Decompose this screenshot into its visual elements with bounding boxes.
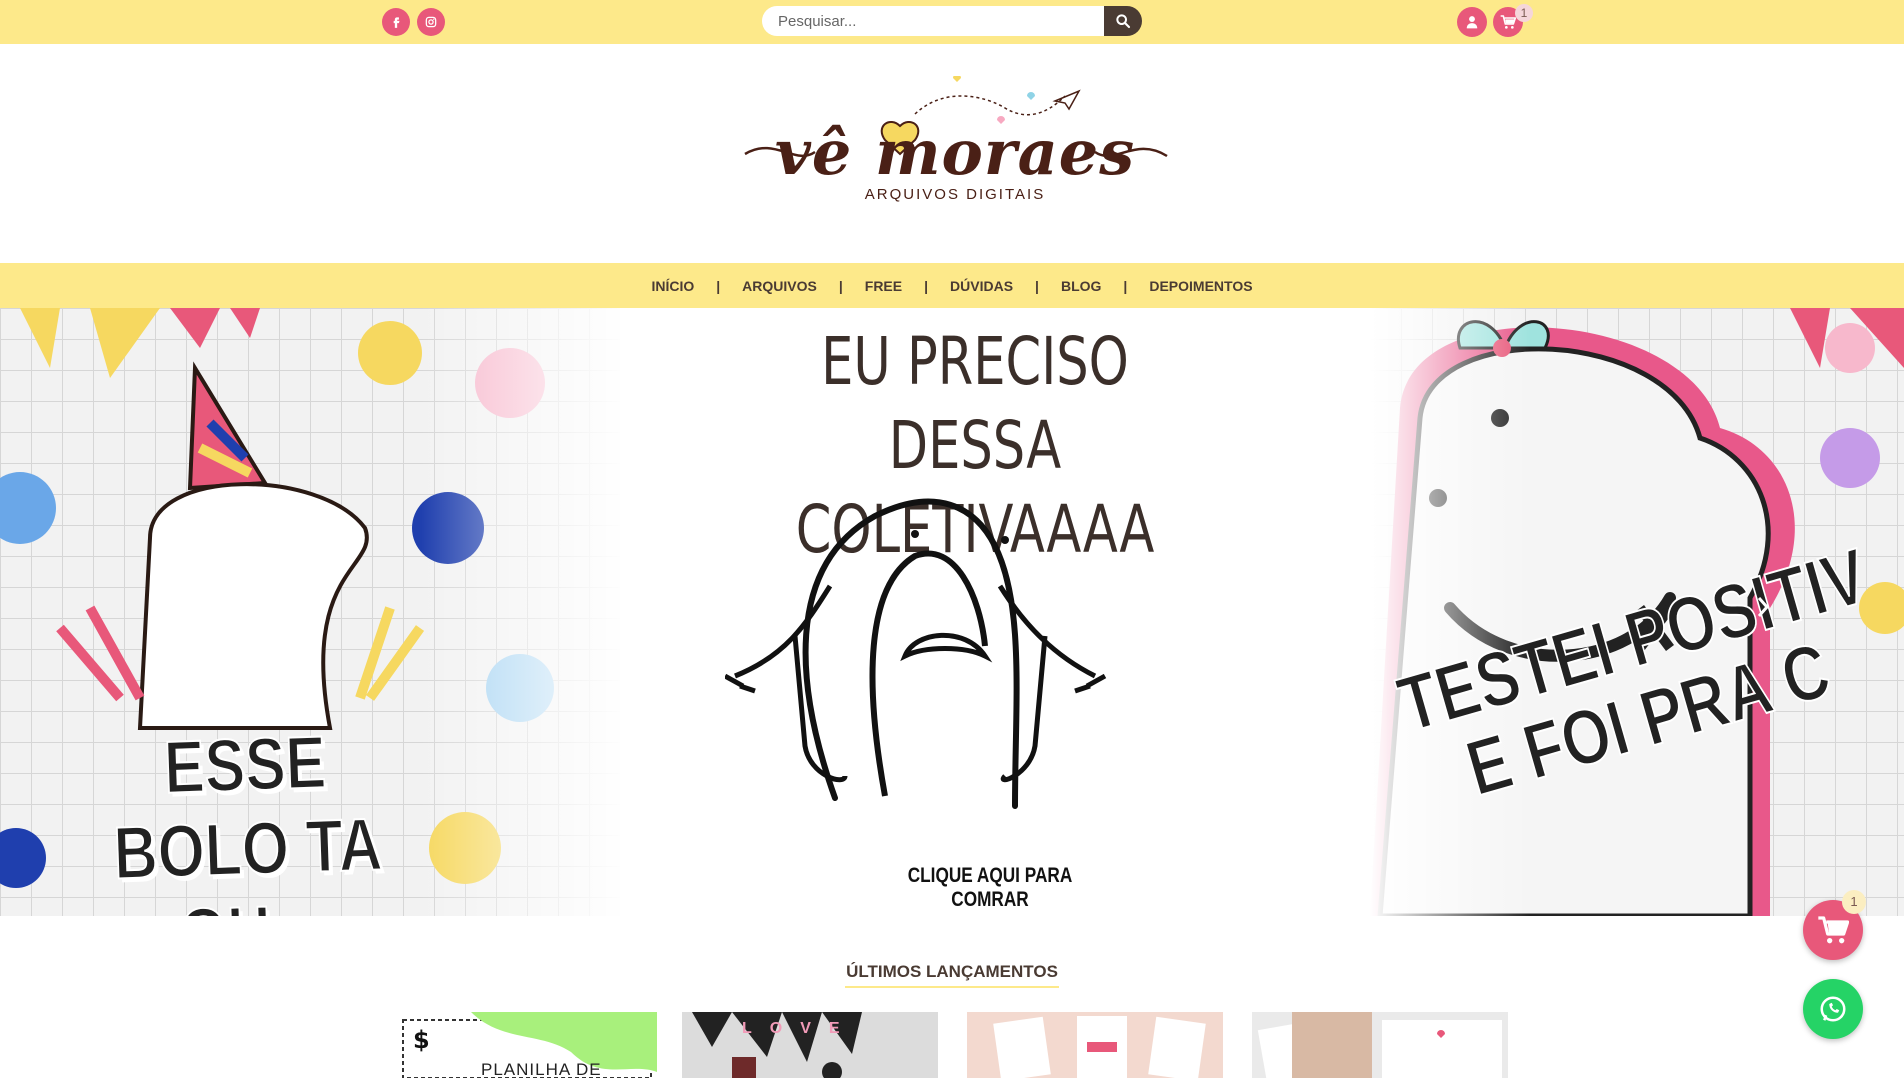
hero-headline-line1: EU PRECISO DESSA bbox=[821, 323, 1129, 484]
facebook-icon[interactable] bbox=[382, 8, 410, 36]
top-bar: 1 bbox=[0, 0, 1904, 44]
product-thumbnail-text: PLANILHA DE bbox=[481, 1060, 602, 1078]
site-logo[interactable]: vê moraes ARQUIVOS DIGITAIS bbox=[735, 76, 1175, 216]
nav-item-blog[interactable]: BLOG bbox=[1057, 278, 1105, 294]
cart-icon bbox=[1500, 15, 1516, 29]
hero-right-fade bbox=[1370, 308, 1530, 916]
cart-count-badge: 1 bbox=[1515, 4, 1533, 22]
product-card[interactable] bbox=[1252, 1012, 1508, 1078]
nav-separator: | bbox=[924, 277, 929, 294]
hero-cta-link[interactable]: CLIQUE AQUI PARA COMRAR bbox=[883, 864, 1096, 912]
product-card[interactable] bbox=[967, 1012, 1223, 1078]
nav-separator: | bbox=[1123, 277, 1128, 294]
nav-item-arquivos[interactable]: ARQUIVOS bbox=[738, 278, 821, 294]
search-bar bbox=[762, 6, 1142, 36]
product-card[interactable]: LOVE bbox=[682, 1012, 938, 1078]
whatsapp-icon bbox=[1820, 996, 1846, 1022]
product-thumbnail-cards bbox=[967, 1012, 1223, 1078]
product-card[interactable]: $ PLANILHA DE bbox=[401, 1012, 657, 1078]
logo-tagline: ARQUIVOS DIGITAIS bbox=[864, 186, 1046, 203]
logo-name: vê moraes bbox=[774, 116, 1136, 189]
product-thumbnail-photo-album bbox=[1252, 1012, 1508, 1078]
instagram-icon[interactable] bbox=[417, 8, 445, 36]
whatsapp-button[interactable] bbox=[1803, 979, 1863, 1039]
cart-icon bbox=[1818, 916, 1849, 944]
search-input[interactable] bbox=[762, 6, 1104, 36]
nav-item-duvidas[interactable]: DÚVIDAS bbox=[946, 278, 1017, 294]
hero-left-caption: ESSE BOLO TA OH... bbox=[111, 719, 384, 916]
nav-separator: | bbox=[716, 277, 721, 294]
user-icon bbox=[1466, 16, 1478, 29]
nav-item-free[interactable]: FREE bbox=[861, 278, 906, 294]
hero-slider[interactable]: ESSE BOLO TA OH... TESTEI POSITIV E FOI … bbox=[0, 308, 1904, 916]
product-thumbnail-text: LOVE bbox=[742, 1020, 858, 1037]
search-button[interactable] bbox=[1104, 6, 1142, 36]
nav-item-depoimentos[interactable]: DEPOIMENTOS bbox=[1145, 278, 1256, 294]
slider-next-button[interactable] bbox=[1748, 592, 1778, 622]
search-icon bbox=[1116, 14, 1131, 29]
chevron-right-icon bbox=[1757, 597, 1770, 617]
svg-text:$: $ bbox=[413, 1026, 430, 1054]
section-underline bbox=[845, 986, 1059, 988]
account-button[interactable] bbox=[1457, 7, 1487, 37]
section-title-latest: ÚLTIMOS LANÇAMENTOS bbox=[846, 962, 1058, 981]
flork-character-icon bbox=[725, 498, 1107, 809]
nav-separator: | bbox=[1035, 277, 1039, 294]
main-nav: INÍCIO | ARQUIVOS | FREE | DÚVIDAS | BLO… bbox=[0, 263, 1904, 308]
hero-left-fade bbox=[420, 308, 630, 916]
floating-cart-count-badge: 1 bbox=[1842, 890, 1866, 914]
nav-separator: | bbox=[838, 277, 843, 294]
nav-item-inicio[interactable]: INÍCIO bbox=[647, 278, 698, 294]
